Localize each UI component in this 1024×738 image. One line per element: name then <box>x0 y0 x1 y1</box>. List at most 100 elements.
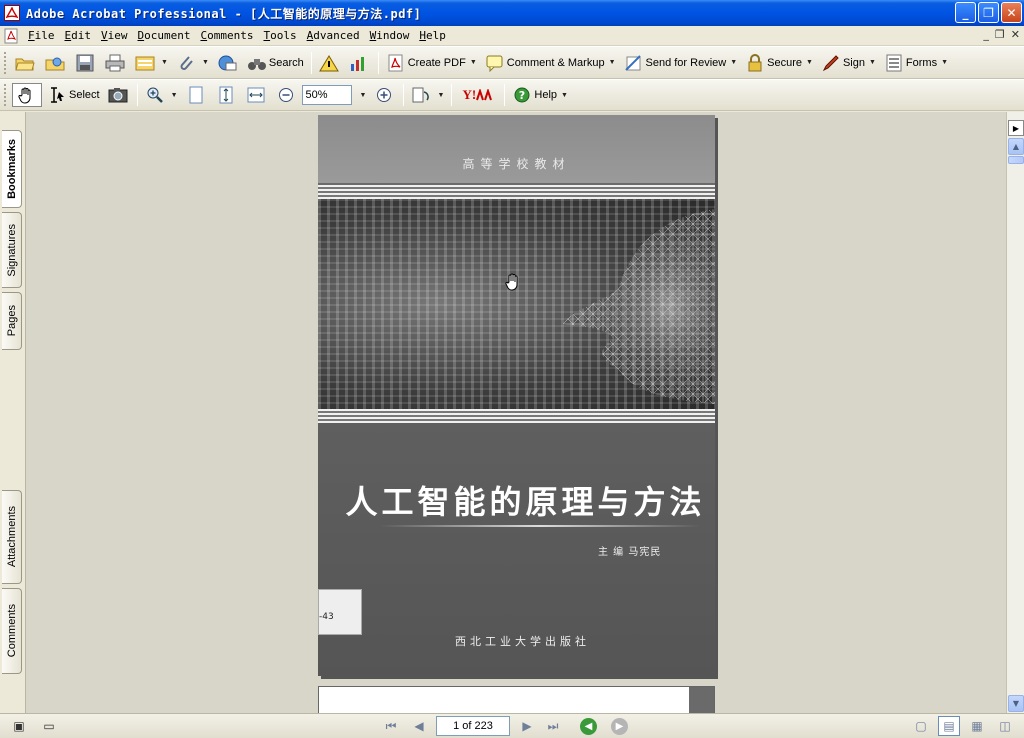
chevron-down-icon: ▼ <box>437 91 445 99</box>
file-toolbar: ▼ ▼ Search Create PDF ▼ Comment & Markup ▼… <box>0 46 1024 79</box>
comment-markup-icon <box>485 53 505 73</box>
page-size-button[interactable]: ▣ <box>8 716 30 736</box>
menu-view[interactable]: View <box>96 27 133 45</box>
tasks-button[interactable]: ▼ <box>132 51 171 75</box>
forms-button[interactable]: Forms ▼ <box>881 51 951 75</box>
sign-button[interactable]: Sign ▼ <box>818 51 879 75</box>
previous-view-button[interactable]: ◀ <box>580 717 597 735</box>
scroll-thumb[interactable] <box>1008 156 1024 164</box>
doc-restore-button[interactable]: ❐ <box>995 28 1005 41</box>
menu-tools[interactable]: Tools <box>258 27 301 45</box>
chevron-down-icon: ▼ <box>359 91 367 99</box>
chevron-down-icon: ▼ <box>561 91 568 99</box>
warning-button[interactable] <box>316 51 344 75</box>
send-review-button[interactable]: Send for Review ▼ <box>621 51 741 75</box>
facing-button[interactable]: ◫ <box>994 716 1016 736</box>
hand-tool-button[interactable] <box>12 83 42 107</box>
menu-file[interactable]: File <box>23 27 60 45</box>
menu-document[interactable]: Document <box>133 27 196 45</box>
menu-advanced[interactable]: Advanced <box>302 27 365 45</box>
warning-icon <box>318 53 339 73</box>
tab-signatures[interactable]: Signatures <box>2 212 22 288</box>
menu-comments[interactable]: Comments <box>195 27 258 45</box>
page-number-field[interactable]: 1 of 223 <box>436 716 510 736</box>
chevron-down-icon: ▼ <box>201 59 209 66</box>
arrow-right-icon: ▶ <box>615 720 624 732</box>
menu-window[interactable]: Window <box>365 27 415 45</box>
zoom-out-button[interactable] <box>273 83 301 107</box>
minimize-button[interactable]: _ <box>955 2 976 23</box>
acrobat-window: Adobe Acrobat Professional - [人工智能的原理与方法… <box>0 0 1024 738</box>
pane-options-button[interactable]: ▶ <box>1008 120 1024 136</box>
restore-button[interactable]: ❐ <box>978 2 999 23</box>
secure-button[interactable]: Secure ▼ <box>742 51 816 75</box>
toolbar-grip[interactable] <box>4 51 8 74</box>
previous-page-button[interactable]: ◀ <box>408 716 430 736</box>
chart-button[interactable] <box>346 51 374 75</box>
doc-close-button[interactable]: ✕ <box>1011 28 1020 41</box>
chevron-down-icon: ▼ <box>730 59 738 66</box>
zoom-dropdown-button[interactable]: ▼ <box>353 83 370 107</box>
tab-attachments[interactable]: Attachments <box>2 490 22 584</box>
zoom-in-button[interactable] <box>371 83 399 107</box>
close-button[interactable]: ✕ <box>1001 2 1022 23</box>
scroll-down-button[interactable]: ▼ <box>1008 695 1024 712</box>
next-view-button[interactable]: ▶ <box>611 717 628 735</box>
tab-bookmarks[interactable]: Bookmarks <box>2 130 22 208</box>
continuous-facing-button[interactable]: ▦ <box>966 716 988 736</box>
vertical-scrollbar[interactable]: ▶ ▲ ▼ <box>1006 112 1024 713</box>
open-button[interactable] <box>12 51 40 75</box>
tab-pages[interactable]: Pages <box>2 292 22 350</box>
sign-label: Sign <box>842 56 865 69</box>
tab-comments[interactable]: Comments <box>2 588 22 674</box>
organizer-button[interactable] <box>42 51 70 75</box>
create-pdf-icon <box>386 53 406 73</box>
chevron-down-icon: ▼ <box>170 91 178 99</box>
title-bar[interactable]: Adobe Acrobat Professional - [人工智能的原理与方法… <box>0 0 1024 26</box>
last-page-button[interactable]: ⏭ <box>542 716 564 736</box>
toolbar-separator <box>451 84 453 106</box>
document-viewport[interactable]: 高等学校教材 人工智能的原理与方法 主 编 马宪民 -43 西北工业大学出版社 <box>26 112 1006 713</box>
single-page-button[interactable]: ▢ <box>910 716 932 736</box>
rotate-view-button[interactable]: ▼ <box>408 83 447 107</box>
tab-signatures-label: Signatures <box>5 223 18 277</box>
first-page-button[interactable]: ⏮ <box>380 716 402 736</box>
chevron-down-icon: ▼ <box>806 59 813 66</box>
create-pdf-button[interactable]: Create PDF ▼ <box>383 51 480 75</box>
minimize-pane-button[interactable]: ▭ <box>38 716 60 736</box>
svg-text:?: ? <box>519 89 525 102</box>
email-button[interactable] <box>214 51 242 75</box>
yahoo-toolbar-button[interactable]: Y! <box>456 83 500 107</box>
library-sticker: -43 <box>318 589 362 635</box>
select-tool-button[interactable]: Select <box>44 83 103 107</box>
pen-icon <box>821 53 841 73</box>
chevron-down-icon: ▼ <box>608 59 616 66</box>
menu-help[interactable]: Help <box>414 27 451 45</box>
menu-bar: File Edit View Document Comments Tools A… <box>0 26 1024 46</box>
tab-pages-label: Pages <box>5 305 18 337</box>
scroll-up-button[interactable]: ▲ <box>1008 138 1024 155</box>
fit-width-button[interactable] <box>243 83 271 107</box>
help-button[interactable]: ? Help ▼ <box>509 83 571 107</box>
toolbar-separator <box>310 51 312 74</box>
page2-content <box>319 687 689 713</box>
toolbar-grip[interactable] <box>4 84 8 106</box>
fit-page-button[interactable] <box>213 83 241 107</box>
forms-label: Forms <box>905 56 938 69</box>
next-page-button[interactable]: ▶ <box>516 716 538 736</box>
menu-edit[interactable]: Edit <box>60 27 97 45</box>
actual-size-button[interactable] <box>183 83 211 107</box>
zoom-in-tool-button[interactable]: ▼ <box>142 83 181 107</box>
continuous-button[interactable]: ▤ <box>938 716 960 736</box>
doc-minimize-button[interactable]: _ <box>983 28 989 41</box>
snapshot-button[interactable] <box>105 83 133 107</box>
attach-button[interactable]: ▼ <box>173 51 212 75</box>
search-button[interactable]: Search <box>244 51 307 75</box>
document-icon[interactable] <box>3 28 19 44</box>
comment-markup-button[interactable]: Comment & Markup ▼ <box>482 51 619 75</box>
print-button[interactable] <box>102 51 130 75</box>
email-globe-icon <box>217 53 237 73</box>
folder-open-icon <box>15 53 35 73</box>
zoom-level-input[interactable] <box>301 85 352 105</box>
save-button[interactable] <box>72 51 100 75</box>
